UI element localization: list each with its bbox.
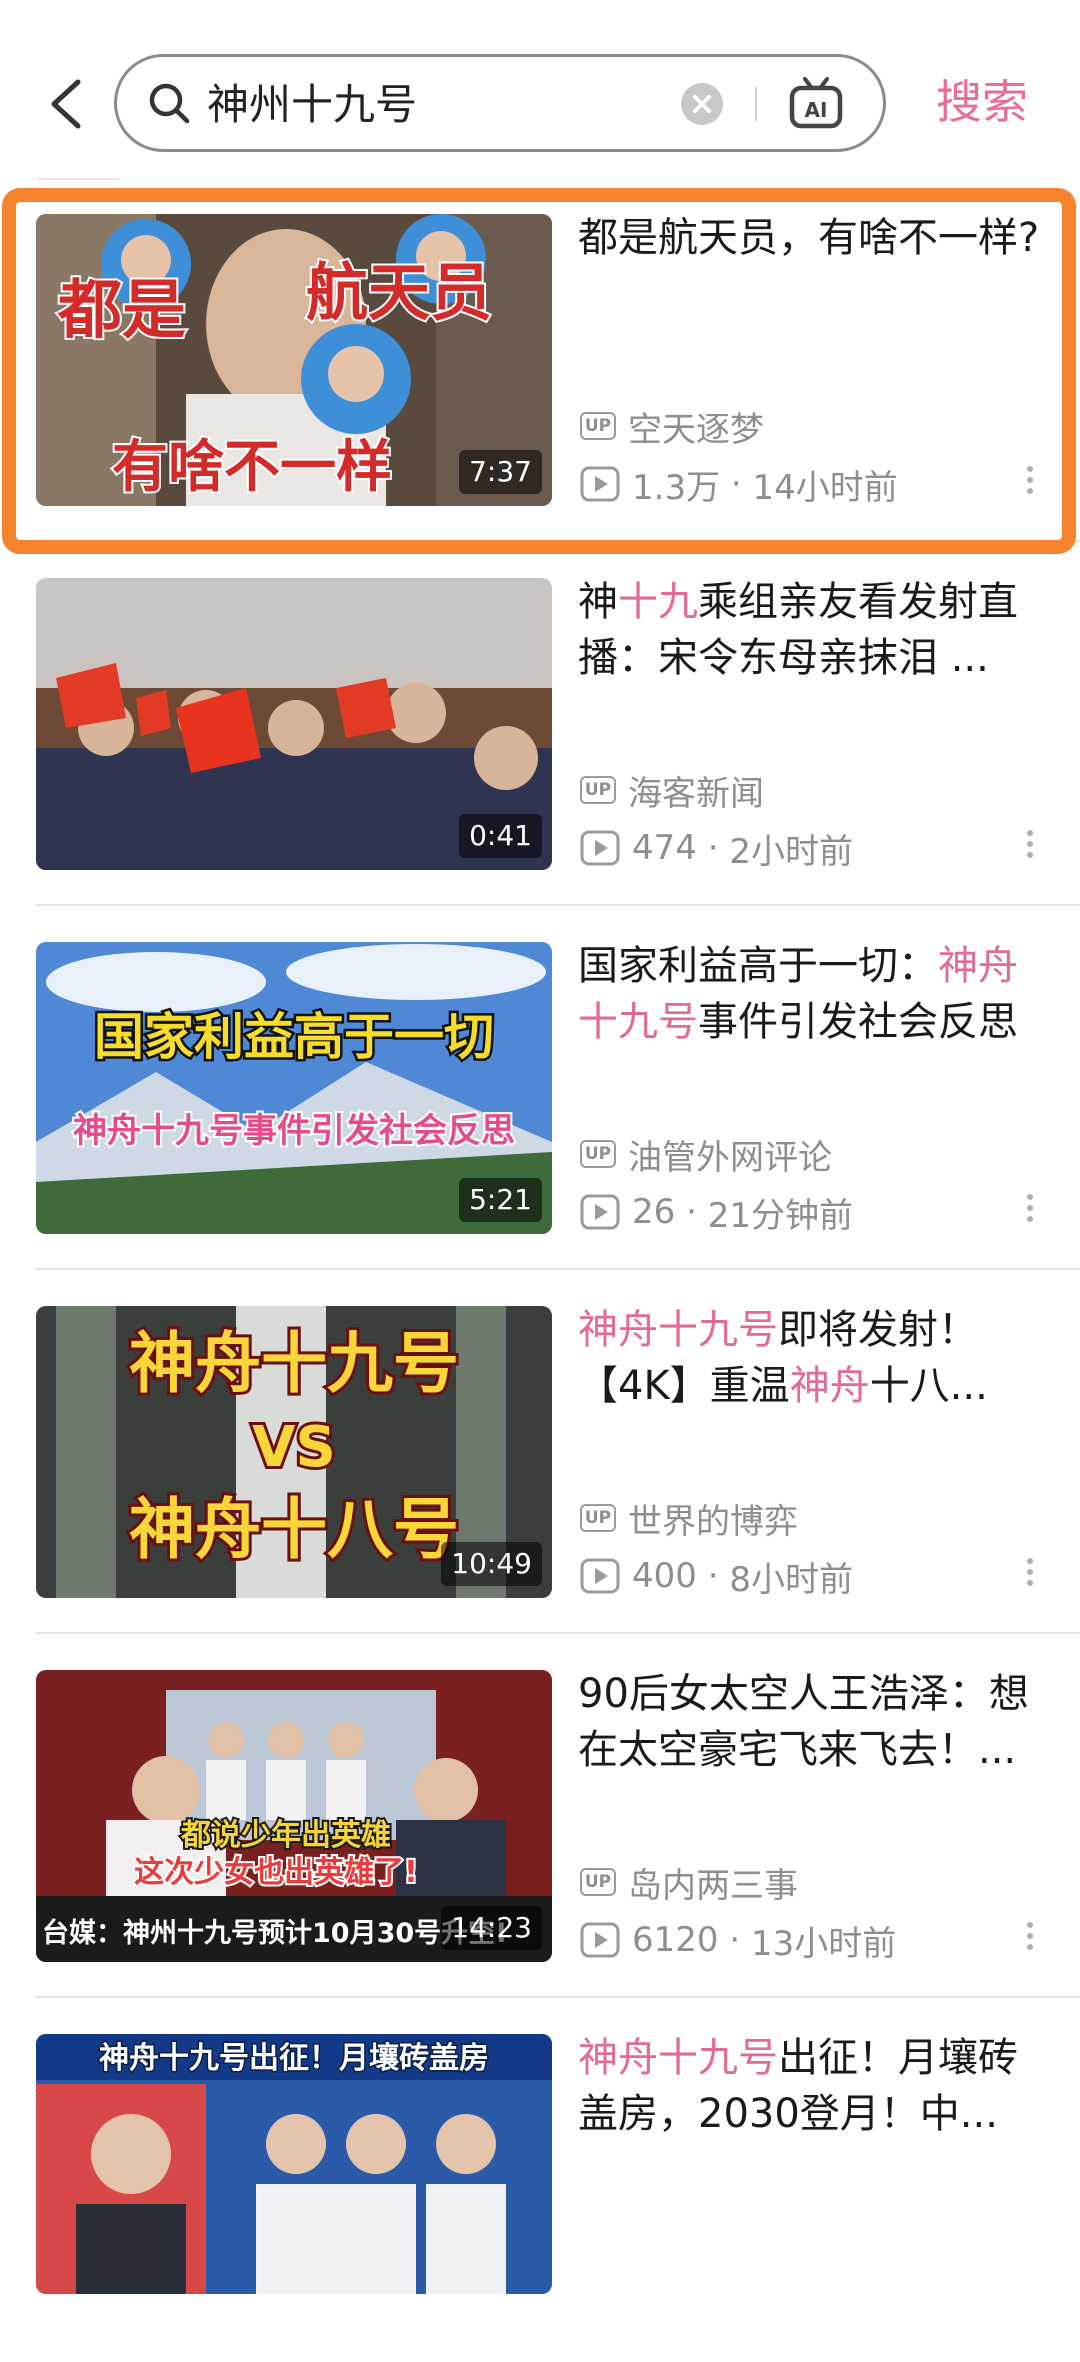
video-thumbnail[interactable]: 神舟十九号 VS 神舟十八号 10:49 [36, 1306, 552, 1598]
video-card[interactable]: 国家利益高于一切 神舟十九号事件引发社会反思 5:21 国家利益高于一切：神舟十… [0, 908, 1080, 1270]
svg-text:台媒：神州十九号预计10月30号升空!: 台媒：神州十九号预计10月30号升空! [42, 1917, 507, 1949]
up-badge-icon: UP [580, 1868, 616, 1896]
uploader-name: 油管外网评论 [628, 1137, 832, 1178]
chevron-left-icon [51, 79, 81, 129]
more-options-icon[interactable] [1024, 1922, 1036, 1958]
video-title[interactable]: 神十九乘组亲友看发射直播：宋令东母亲抹泪 ... [578, 574, 1048, 686]
ai-tv-icon: AI [789, 77, 843, 129]
uploader-name: 海客新闻 [628, 773, 764, 814]
ai-search-button[interactable]: AI [787, 75, 845, 131]
upload-time: 14小时前 [752, 467, 898, 508]
svg-text:AI: AI [805, 98, 828, 122]
divider [36, 1996, 1080, 1998]
video-duration: 7:37 [459, 450, 542, 494]
uploader-name: 岛内两三事 [628, 1865, 798, 1906]
svg-text:神舟十九号事件引发社会反思: 神舟十九号事件引发社会反思 [73, 1111, 515, 1151]
play-count-icon [580, 1922, 620, 1958]
view-count: 474 [632, 828, 697, 868]
uploader-name: 空天逐梦 [628, 409, 764, 450]
video-title[interactable]: 都是航天员，有啥不一样? [578, 210, 1048, 266]
view-count: 400 [632, 1556, 697, 1596]
svg-text:都是: 都是 [57, 274, 186, 348]
play-count-icon [580, 830, 620, 866]
video-card[interactable]: 神舟十九号出征！月壤砖盖房 神舟十九号出征！月壤砖盖房，2030登月！中... [0, 2000, 1080, 2362]
video-meta: 1.3万 · 14小时前 [580, 462, 898, 508]
divider [36, 1268, 1080, 1270]
up-badge-icon: UP [580, 776, 616, 804]
more-options-icon[interactable] [1024, 466, 1036, 502]
svg-text:神舟十九号: 神舟十九号 [129, 1325, 459, 1402]
video-card[interactable]: 神舟十九号 VS 神舟十八号 10:49 神舟十九号即将发射！【4K】重温神舟十… [0, 1272, 1080, 1634]
up-badge-icon: UP [580, 412, 616, 440]
search-button[interactable]: 搜索 [936, 70, 1028, 134]
more-options-icon[interactable] [1024, 1558, 1036, 1594]
close-icon [693, 95, 711, 113]
uploader-row[interactable]: UP 岛内两三事 [580, 1860, 798, 1906]
video-thumbnail[interactable]: 都说少年出英雄 这次少女也出英雄了! 台媒：神州十九号预计10月30号升空! 1… [36, 1670, 552, 1962]
video-title[interactable]: 神舟十九号出征！月壤砖盖房，2030登月！中... [578, 2030, 1048, 2142]
divider [36, 540, 1080, 542]
upload-time: 2小时前 [729, 831, 853, 872]
video-meta: 474 · 2小时前 [580, 826, 853, 872]
video-duration: 14:23 [441, 1906, 542, 1950]
search-input[interactable]: 神州十九号 [207, 77, 417, 133]
video-title[interactable]: 国家利益高于一切：神舟十九号事件引发社会反思 [578, 938, 1048, 1050]
video-card[interactable]: 都是 航天员 有啥不一样 7:37 都是航天员，有啥不一样? UP 空天逐梦 1… [0, 180, 1080, 542]
svg-text:国家利益高于一切: 国家利益高于一切 [94, 1008, 494, 1066]
video-thumbnail[interactable]: 国家利益高于一切 神舟十九号事件引发社会反思 5:21 [36, 942, 552, 1234]
view-count: 1.3万 [632, 467, 721, 508]
video-meta: 26 · 21分钟前 [580, 1190, 853, 1236]
play-count-icon [580, 1194, 620, 1230]
video-card[interactable]: 0:41 神十九乘组亲友看发射直播：宋令东母亲抹泪 ... UP 海客新闻 47… [0, 544, 1080, 906]
search-header: 神州十九号 AI 搜索 [0, 0, 1080, 180]
svg-text:神舟十九号出征！月壤砖盖房: 神舟十九号出征！月壤砖盖房 [99, 2041, 489, 2076]
video-meta: 6120 · 13小时前 [580, 1918, 897, 1964]
upload-time: 13小时前 [750, 1923, 897, 1964]
uploader-row[interactable]: UP 油管外网评论 [580, 1132, 832, 1178]
upload-time: 21分钟前 [707, 1195, 853, 1236]
more-options-icon[interactable] [1024, 1194, 1036, 1230]
svg-text:都说少年出英雄: 都说少年出英雄 [180, 1818, 391, 1853]
view-count: 26 [632, 1192, 676, 1232]
video-duration: 10:49 [441, 1542, 542, 1586]
search-icon [149, 83, 190, 124]
uploader-name: 世界的博弈 [628, 1501, 798, 1542]
svg-text:航天员: 航天员 [306, 256, 492, 329]
video-duration: 5:21 [459, 1178, 542, 1222]
more-options-icon[interactable] [1024, 830, 1036, 866]
video-card[interactable]: 都说少年出英雄 这次少女也出英雄了! 台媒：神州十九号预计10月30号升空! 1… [0, 1636, 1080, 1998]
search-box[interactable]: 神州十九号 AI [114, 54, 886, 152]
play-count-icon [580, 1558, 620, 1594]
uploader-row[interactable]: UP 海客新闻 [580, 768, 764, 814]
video-thumbnail[interactable]: 神舟十九号出征！月壤砖盖房 [36, 2034, 552, 2294]
up-badge-icon: UP [580, 1140, 616, 1168]
video-meta: 400 · 8小时前 [580, 1554, 853, 1600]
video-thumbnail[interactable]: 0:41 [36, 578, 552, 870]
divider [36, 1632, 1080, 1634]
video-title[interactable]: 90后女太空人王浩泽：想在太空豪宅飞来飞去！... [578, 1666, 1048, 1778]
svg-text:VS: VS [252, 1415, 336, 1480]
up-badge-icon: UP [580, 1504, 616, 1532]
play-count-icon [580, 466, 620, 502]
svg-text:有啥不一样: 有啥不一样 [112, 435, 392, 500]
back-button[interactable] [44, 74, 88, 134]
divider [36, 904, 1080, 906]
svg-text:神舟十八号: 神舟十八号 [129, 1491, 459, 1568]
divider [755, 87, 757, 121]
clear-search-button[interactable] [681, 83, 723, 125]
video-title[interactable]: 神舟十九号即将发射！【4K】重温神舟十八... [578, 1302, 1048, 1414]
svg-text:这次少女也出英雄了!: 这次少女也出英雄了! [134, 1855, 418, 1890]
view-count: 6120 [632, 1920, 719, 1960]
video-duration: 0:41 [459, 814, 542, 858]
uploader-row[interactable]: UP 空天逐梦 [580, 404, 764, 450]
video-thumbnail[interactable]: 都是 航天员 有啥不一样 7:37 [36, 214, 552, 506]
thumbnail-image: 神舟十九号出征！月壤砖盖房 [36, 2034, 552, 2294]
upload-time: 8小时前 [729, 1559, 853, 1600]
uploader-row[interactable]: UP 世界的博弈 [580, 1496, 798, 1542]
